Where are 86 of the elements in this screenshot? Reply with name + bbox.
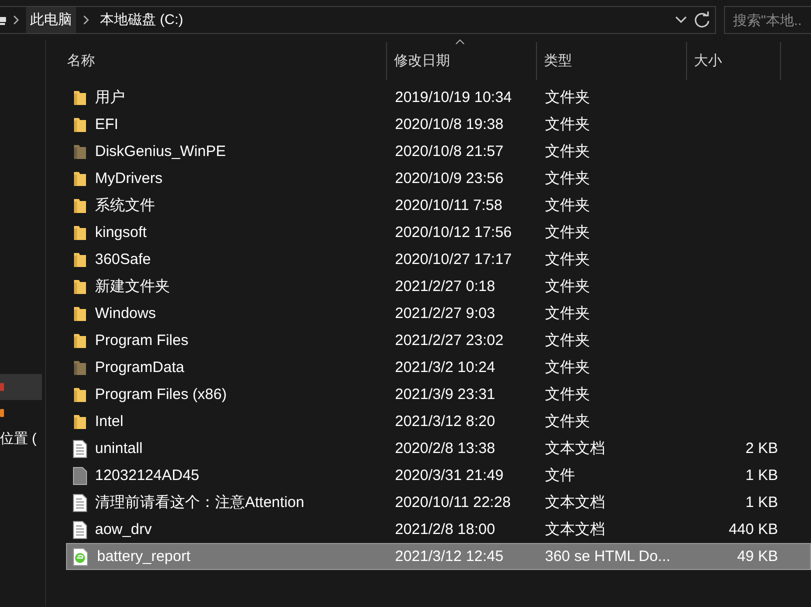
file-type: 文件 <box>544 466 576 485</box>
file-name: Program Files (x86) <box>95 386 227 403</box>
file-type: 文件夹 <box>544 250 591 269</box>
modified-date: 2020/3/31 21:49 <box>394 467 504 484</box>
file-row[interactable]: kingsoft 2020/10/12 17:56 文件夹 <box>66 219 811 246</box>
file-type: 文件夹 <box>544 331 591 350</box>
file-type: 文件夹 <box>544 412 591 431</box>
modified-date: 2020/10/8 19:38 <box>394 116 504 133</box>
modified-date: 2020/10/27 17:17 <box>394 251 513 268</box>
modified-date: 2020/10/8 21:57 <box>394 143 504 160</box>
file-size: 49 KB <box>737 548 778 565</box>
file-type: 文本文档 <box>544 493 606 512</box>
file-row[interactable]: ProgramData 2021/3/2 10:24 文件夹 <box>66 354 811 381</box>
file-name: 12032124AD45 <box>95 467 200 484</box>
file-type: 文件夹 <box>544 385 591 404</box>
modified-date: 2021/3/12 8:20 <box>394 413 496 430</box>
file-name: aow_drv <box>95 521 152 538</box>
file-type: 文件夹 <box>544 169 591 188</box>
chevron-icon <box>82 15 90 25</box>
modified-date: 2021/3/9 23:31 <box>394 386 496 403</box>
file-row[interactable]: 清理前请看这个：注意Attention 2020/10/11 22:28 文本文档 1 KB <box>66 489 811 516</box>
column-header[interactable]: 名称 <box>66 42 387 80</box>
file-type: 文件夹 <box>544 142 591 161</box>
nav-item[interactable]: 位置 ( <box>0 426 42 452</box>
file-type: 文件夹 <box>544 277 591 296</box>
file-row[interactable]: MyDrivers 2020/10/9 23:56 文件夹 <box>66 165 811 192</box>
file-name: battery_report <box>97 548 190 565</box>
chevron-icon <box>12 15 20 25</box>
file-type: 文件夹 <box>544 304 591 323</box>
file-size: 1 KB <box>745 467 778 484</box>
file-type: 文本文档 <box>544 520 606 539</box>
file-name: 用户 <box>95 88 125 107</box>
file-type: 360 se HTML Do... <box>544 548 672 565</box>
modified-date: 2019/10/19 10:34 <box>394 89 513 106</box>
file-size: 2 KB <box>745 440 778 457</box>
file-type: 文本文档 <box>544 439 606 458</box>
file-row[interactable]: unintall 2020/2/8 13:38 文本文档 2 KB <box>66 435 811 462</box>
breadcrumb[interactable]: 本地磁盘 (C:) <box>96 7 188 33</box>
file-name: DiskGenius_WinPE <box>95 143 226 160</box>
file-name: EFI <box>95 116 118 133</box>
file-row[interactable]: 系统文件 2020/10/11 7:58 文件夹 <box>66 192 811 219</box>
file-name: Windows <box>95 305 156 322</box>
modified-date: 2021/3/2 10:24 <box>394 359 496 376</box>
file-row[interactable]: Program Files 2021/2/27 23:02 文件夹 <box>66 327 811 354</box>
file-row[interactable]: Intel 2021/3/12 8:20 文件夹 <box>66 408 811 435</box>
modified-date: 2021/2/27 0:18 <box>394 278 496 295</box>
modified-date: 2020/2/8 13:38 <box>394 440 496 457</box>
dropdown-icon[interactable] <box>675 16 687 24</box>
file-row[interactable]: Windows 2021/2/27 9:03 文件夹 <box>66 300 811 327</box>
file-row[interactable]: 用户 2019/10/19 10:34 文件夹 <box>66 84 811 111</box>
file-row[interactable]: Program Files (x86) 2021/3/9 23:31 文件夹 <box>66 381 811 408</box>
file-size: 440 KB <box>728 521 778 538</box>
file-type: 文件夹 <box>544 358 591 377</box>
file-name: 360Safe <box>95 251 151 268</box>
file-row[interactable]: 12032124AD45 2020/3/31 21:49 文件 1 KB <box>66 462 811 489</box>
file-name: unintall <box>95 440 143 457</box>
file-name: kingsoft <box>95 224 147 241</box>
refresh-icon[interactable] <box>693 11 711 29</box>
file-row[interactable]: EFI 2020/10/8 19:38 文件夹 <box>66 111 811 138</box>
modified-date: 2020/10/11 22:28 <box>394 494 512 511</box>
file-name: ProgramData <box>95 359 184 376</box>
file-name: 系统文件 <box>95 196 155 215</box>
file-type: 文件夹 <box>544 115 591 134</box>
file-type: 文件夹 <box>544 196 591 215</box>
breadcrumb[interactable]: 此电脑 <box>26 7 76 33</box>
modified-date: 2020/10/12 17:56 <box>394 224 513 241</box>
file-name: 清理前请看这个：注意Attention <box>95 493 304 512</box>
modified-date: 2020/10/11 7:58 <box>394 197 504 214</box>
file-type: 文件夹 <box>544 88 591 107</box>
file-size: 1 KB <box>745 494 778 511</box>
file-name: Program Files <box>95 332 188 349</box>
file-name: 新建文件夹 <box>95 277 170 296</box>
file-row[interactable]: 360Safe 2020/10/27 17:17 文件夹 <box>66 246 811 273</box>
file-row[interactable]: aow_drv 2021/2/8 18:00 文本文档 440 KB <box>66 516 811 543</box>
file-row[interactable]: DiskGenius_WinPE 2020/10/8 21:57 文件夹 <box>66 138 811 165</box>
file-row[interactable]: battery_report 2021/3/12 12:45 360 se HTML Do... 49 KB <box>66 543 811 570</box>
modified-date: 2021/2/27 9:03 <box>394 305 496 322</box>
modified-date: 2021/3/12 12:45 <box>394 548 504 565</box>
file-type: 文件夹 <box>544 223 591 242</box>
file-name: MyDrivers <box>95 170 162 187</box>
modified-date: 2020/10/9 23:56 <box>394 170 504 187</box>
modified-date: 2021/2/27 23:02 <box>394 332 504 349</box>
search-field[interactable]: 搜索"本地... <box>724 6 811 34</box>
file-name: Intel <box>95 413 124 430</box>
file-row[interactable]: 新建文件夹 2021/2/27 0:18 文件夹 <box>66 273 811 300</box>
modified-date: 2021/2/8 18:00 <box>394 521 496 538</box>
